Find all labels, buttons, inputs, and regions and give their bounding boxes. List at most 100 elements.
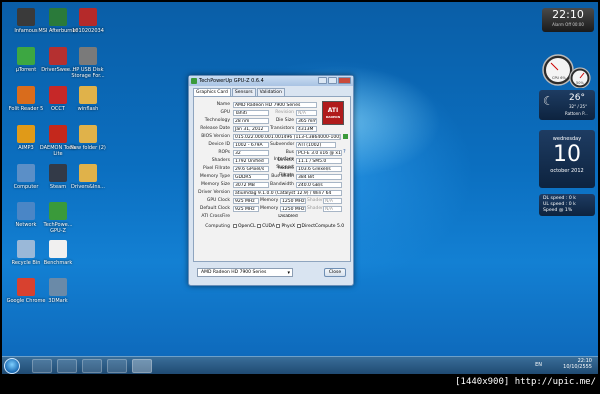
- physx-checkbox[interactable]: [276, 223, 281, 228]
- revision-value[interactable]: N/A: [296, 109, 317, 116]
- gpu-clock-value[interactable]: 925 MHz: [233, 197, 259, 204]
- memory-size-value[interactable]: 3072 MB: [233, 181, 269, 188]
- row-default-clock: Default Clock 925 MHz Memory 1250 MHz Sh…: [196, 205, 350, 212]
- default-memory-value[interactable]: 1250 MHz: [280, 205, 306, 212]
- app-icon: [17, 240, 35, 258]
- device-id-value[interactable]: 1002 - 679A: [233, 141, 269, 148]
- desktop-icon[interactable]: winflash: [68, 86, 108, 112]
- bios-value[interactable]: 015.022.000.001.001496 (113-C3864000-100…: [233, 133, 341, 140]
- desktop-icon-label: Drivers&Ins...: [71, 184, 105, 190]
- tray-date[interactable]: 10/10/2555: [563, 364, 592, 370]
- computing-label: Computing: [205, 224, 230, 229]
- die-size-value[interactable]: 365 mm²: [296, 117, 317, 124]
- app-icon: [49, 164, 67, 182]
- gpu-select[interactable]: AMD Radeon HD 7900 Series ▾: [197, 268, 293, 277]
- window-titlebar[interactable]: TechPowerUp GPU-Z 0.6.4: [189, 76, 353, 86]
- driver-value[interactable]: atiumdag 9.1.0.0 (Catalyst 12.9) / Win7 …: [233, 189, 342, 196]
- taskbar-ie-icon[interactable]: [32, 359, 52, 373]
- shader-clock-value[interactable]: N/A: [323, 197, 342, 204]
- default-shader-label: Shader: [307, 206, 323, 211]
- taskbar-gpuz-icon[interactable]: [132, 359, 152, 373]
- language-indicator[interactable]: EN: [535, 362, 542, 368]
- driver-label: Driver Version: [198, 190, 230, 195]
- release-date-value[interactable]: Jan 31, 2012: [233, 125, 269, 132]
- desktop-icon[interactable]: New folder (2): [68, 125, 108, 151]
- bus-interface-value[interactable]: PCI-E 3.0 x16 @ x16 1.1: [296, 149, 342, 156]
- app-icon: [79, 47, 97, 65]
- default-clock-value[interactable]: 925 MHz: [233, 205, 259, 212]
- help-icon[interactable]: ?: [343, 149, 346, 155]
- memory-size-label: Memory Size: [201, 182, 230, 187]
- net-speed: Speed @ 1%: [543, 208, 573, 213]
- desktop-icon-label: 3DMark: [48, 298, 68, 304]
- desktop-icon[interactable]: 3DMark: [38, 278, 78, 304]
- directcompute-checkbox[interactable]: [296, 223, 301, 228]
- calendar-month: october 2012: [550, 168, 584, 174]
- memory-type-value[interactable]: GDDR5: [233, 173, 269, 180]
- desktop-icon[interactable]: HP USB Disk Storage For...: [68, 47, 108, 79]
- tab-sensors[interactable]: Sensors: [231, 88, 256, 96]
- tab-graphics-card[interactable]: Graphics Card: [193, 88, 231, 96]
- desktop-icon[interactable]: Drivers&Ins...: [68, 164, 108, 190]
- start-button[interactable]: [4, 358, 20, 374]
- close-window-button[interactable]: [338, 77, 351, 84]
- desktop-icon[interactable]: 1010202034: [68, 8, 108, 34]
- pixel-fillrate-value[interactable]: 29.6 GPixel/s: [233, 165, 269, 172]
- row-fillrate: Pixel Fillrate 29.6 GPixel/s Texture Fil…: [196, 165, 350, 178]
- weather-range: 32° / 25°: [569, 104, 588, 109]
- rops-value[interactable]: 32: [233, 149, 269, 156]
- desktop-icon-label: winflash: [77, 106, 99, 112]
- memory-type-label: Memory Type: [199, 174, 230, 179]
- shader-clock-label: Shader: [307, 198, 323, 203]
- graphics-card-panel: ATI RADEON Name AMD Radeon HD 7900 Serie…: [193, 96, 351, 262]
- network-gadget[interactable]: DL speed : 0 k UL speed : 0 k Speed @ 1%: [539, 194, 595, 216]
- minimize-button[interactable]: [318, 77, 327, 84]
- calendar-gadget[interactable]: wednesday 10 october 2012: [539, 130, 595, 188]
- default-memory-label: Memory: [260, 206, 279, 211]
- bandwidth-label: Bandwidth: [270, 182, 294, 187]
- tab-validation[interactable]: Validation: [256, 88, 285, 96]
- menu-button[interactable]: [328, 77, 337, 84]
- cuda-label: CUDA: [262, 224, 276, 229]
- pixel-fillrate-label: Pixel Fillrate: [203, 166, 230, 171]
- release-date-label: Release Date: [200, 126, 230, 131]
- revision-label: Revision: [275, 110, 294, 115]
- desktop-icon[interactable]: TechPowe... GPU-Z: [38, 202, 78, 234]
- cuda-checkbox[interactable]: [257, 223, 262, 228]
- default-shader-value[interactable]: N/A: [323, 205, 342, 212]
- opencl-checkbox[interactable]: [233, 223, 237, 228]
- directx-value[interactable]: 11.1 / SM5.0: [296, 157, 342, 164]
- gpu-value[interactable]: Tahiti: [233, 109, 269, 116]
- texture-fillrate-value[interactable]: 103.6 GTexel/s: [296, 165, 342, 172]
- window-footer: AMD Radeon HD 7900 Series ▾ Close: [193, 267, 351, 281]
- subvendor-value[interactable]: ATI (1002): [296, 141, 336, 148]
- weather-gadget[interactable]: ☾ 26° 32° / 25° Rattonn P...: [539, 90, 595, 120]
- taskbar-media-icon[interactable]: [82, 359, 102, 373]
- transistors-value[interactable]: 4313M: [296, 125, 317, 132]
- bandwidth-value[interactable]: 240.0 GB/s: [296, 181, 342, 188]
- shaders-label: Shaders: [211, 158, 230, 163]
- save-bios-icon[interactable]: [343, 134, 348, 139]
- name-value[interactable]: AMD Radeon HD 7900 Series: [233, 101, 317, 108]
- gpuz-window[interactable]: TechPowerUp GPU-Z 0.6.4 Graphics Card Se…: [188, 75, 354, 286]
- desktop-icon-label: New folder (2): [70, 145, 106, 151]
- taskbar-explorer-icon[interactable]: [57, 359, 77, 373]
- weather-city: Rattonn P...: [565, 111, 588, 116]
- calendar-date: 10: [553, 142, 581, 167]
- cpu-meter-gadget[interactable]: CPU 6% 50%: [540, 50, 594, 89]
- taskbar-chrome-icon[interactable]: [107, 359, 127, 373]
- shaders-value[interactable]: 1792 Unified: [233, 157, 269, 164]
- bios-label: BIOS Version: [201, 134, 230, 139]
- technology-value[interactable]: 28 nm: [233, 117, 269, 124]
- memory-clock-value[interactable]: 1250 MHz: [280, 197, 306, 204]
- app-icon: [79, 164, 97, 182]
- ram-meter-value: 50%: [576, 81, 584, 85]
- default-clock-label: Default Clock: [199, 206, 230, 211]
- bus-width-value[interactable]: 384 Bit: [296, 173, 342, 180]
- app-icon: [49, 240, 67, 258]
- app-icon: [17, 125, 35, 143]
- clock-gadget[interactable]: 22:10 Alarm Off 00:00: [542, 8, 594, 32]
- desktop-icon[interactable]: Benchmark: [38, 240, 78, 266]
- app-icon: [49, 8, 67, 26]
- close-button[interactable]: Close: [324, 268, 346, 277]
